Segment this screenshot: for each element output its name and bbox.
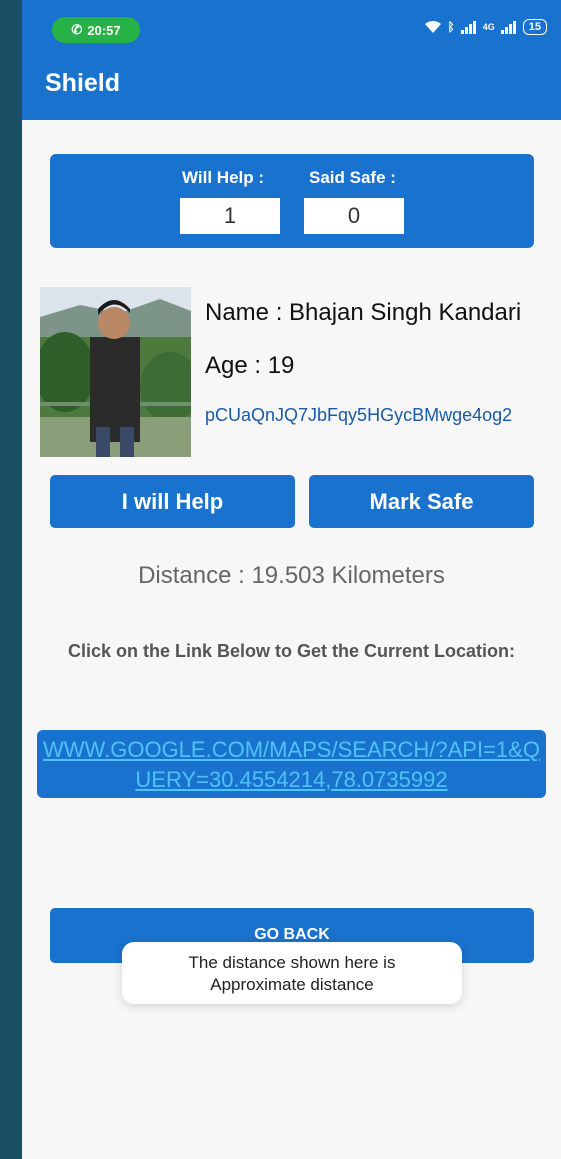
will-help-count: 1 xyxy=(180,198,280,234)
bluetooth-icon: ᛒ xyxy=(447,20,455,34)
phone-screen: ✆ 20:57 ᛒ 4G 15 Shield Will Help : Said … xyxy=(22,0,561,1159)
user-name: Name : Bhajan Singh Kandari xyxy=(205,299,522,326)
will-help-label: Will Help : xyxy=(182,168,265,187)
wifi-icon xyxy=(424,20,441,33)
user-age: Age : 19 xyxy=(205,352,295,379)
status-icons: ᛒ 4G 15 xyxy=(424,19,547,35)
google-maps-link[interactable]: WWW.GOOGLE.COM/MAPS/SEARCH/?API=1&QUERY=… xyxy=(37,730,546,798)
battery-icon: 15 xyxy=(522,19,547,35)
location-instruction: Click on the Link Below to Get the Curre… xyxy=(67,641,516,661)
i-will-help-button[interactable]: I will Help xyxy=(50,475,295,528)
signal-icon xyxy=(460,20,476,34)
ongoing-call-pill[interactable]: ✆ 20:57 xyxy=(52,17,140,43)
battery-level: 15 xyxy=(528,21,541,33)
app-bar: Shield xyxy=(22,44,561,120)
toast-line-1: The distance shown here is xyxy=(188,953,396,972)
said-safe-count: 0 xyxy=(304,198,404,234)
toast-line-2: Approximate distance xyxy=(210,975,374,994)
signal-icon xyxy=(500,20,516,34)
mark-safe-button[interactable]: Mark Safe xyxy=(309,475,534,528)
network-type: 4G xyxy=(482,22,495,32)
said-safe-label: Said Safe : xyxy=(309,168,396,187)
status-time: 20:57 xyxy=(87,22,121,38)
user-photo xyxy=(40,287,191,457)
counters-panel: Will Help : Said Safe : 1 0 xyxy=(50,154,534,248)
phone-icon: ✆ xyxy=(71,22,83,37)
status-bar: ✆ 20:57 ᛒ 4G 15 xyxy=(22,0,561,44)
distance-text: Distance : 19.503 Kilometers xyxy=(138,562,445,589)
toast-message: The distance shown here is Approximate d… xyxy=(122,942,462,1004)
app-title: Shield xyxy=(45,69,121,97)
user-id: pCUaQnJQ7JbFqy5HGycBMwge4og2 xyxy=(205,405,513,425)
